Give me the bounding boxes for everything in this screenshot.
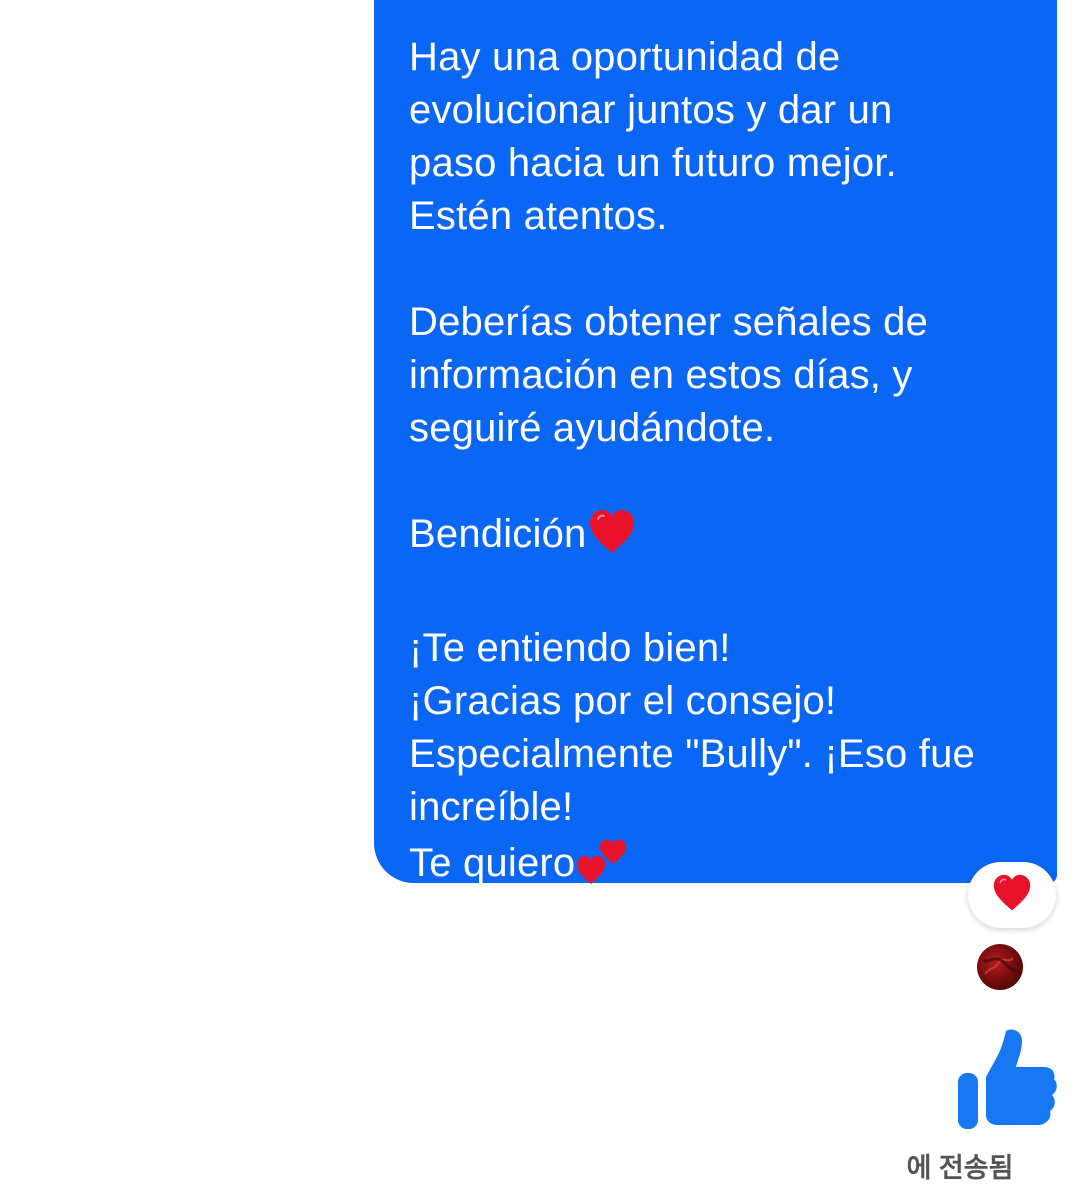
message-line: ¡Te entiendo bien! (409, 626, 731, 670)
sent-status: 에 전송됨 (906, 1153, 1014, 1183)
reaction-badge[interactable] (968, 862, 1056, 928)
blessing-text: Bendición (409, 512, 587, 556)
two-hearts-icon (575, 834, 629, 900)
closing-text: Te quiero (409, 841, 576, 885)
read-receipt-avatar (977, 944, 1023, 990)
message-line: Deberías obtener señales de (409, 300, 929, 344)
message-line: evolucionar juntos y dar un (409, 88, 893, 132)
message-line: Estén atentos. (409, 194, 668, 238)
heart-icon (992, 874, 1032, 917)
message-paragraph-3: Bendición (409, 508, 1037, 569)
message-line: increíble! (409, 785, 574, 829)
message-line: seguiré ayudándote. (409, 406, 776, 450)
chat-screen: Hay una oportunidad de evolucionar junto… (0, 0, 1080, 1199)
thumbs-up-icon (952, 1029, 1060, 1137)
message-paragraph-1: Hay una oportunidad de evolucionar junto… (409, 31, 1037, 243)
message-line: ¡Gracias por el consejo! (409, 679, 837, 723)
message-line-blessing: Bendición (409, 508, 1037, 569)
message-line-closing: Te quiero (409, 834, 1037, 900)
message-paragraph-2: Deberías obtener señales de información … (409, 296, 1037, 455)
message-line: información en estos días, y (409, 353, 913, 397)
message-line: Especialmente "Bully". ¡Eso fue (409, 732, 975, 776)
message-paragraph-4: ¡Te entiendo bien! ¡Gracias por el conse… (409, 622, 1037, 900)
message-line: Hay una oportunidad de (409, 35, 841, 79)
like-button[interactable] (952, 1025, 1060, 1133)
message-line: paso hacia un futuro mejor. (409, 141, 897, 185)
message-bubble[interactable]: Hay una oportunidad de evolucionar junto… (374, 0, 1057, 885)
red-heart-icon (588, 509, 636, 569)
